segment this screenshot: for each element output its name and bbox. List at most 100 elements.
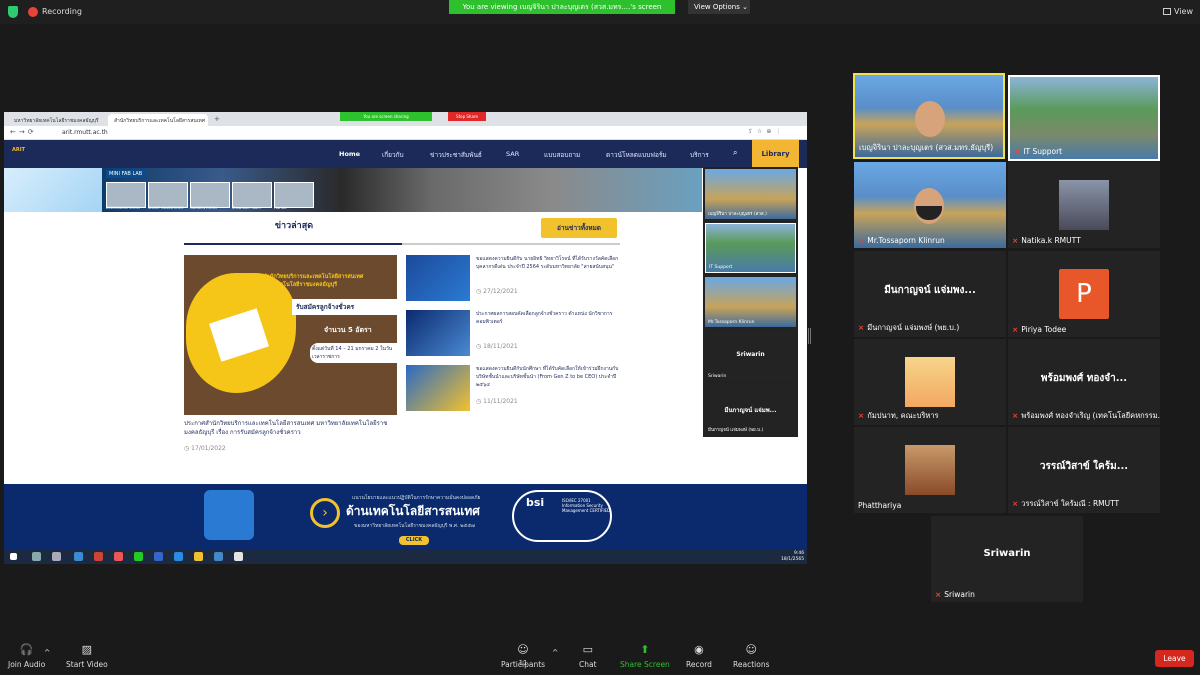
mini-participant-tile[interactable]: Sriwarin Sriwarin <box>705 331 796 381</box>
browser-nav-icons[interactable]: ←→⟳ <box>10 128 37 136</box>
panel-resize-handle[interactable] <box>808 328 811 344</box>
mic-muted-icon: ⨯ <box>1012 411 1019 420</box>
participant-tile[interactable]: P ⨯ Piriya Todee <box>1008 251 1160 337</box>
news-item-text: ขอแสดงความยินดีกับนักศึกษา ที่ได้รับคัดเ… <box>476 366 619 388</box>
nav-news[interactable]: ข่าวประชาสัมพันธ์ <box>430 150 482 160</box>
mini-participant-tile[interactable]: Mr.Tossaporn Klinrun <box>705 277 796 327</box>
mini-fab-lab-banner[interactable]: MINI FAB LAB DISCUSSION ROOM SMART CLASS… <box>102 168 702 212</box>
mini-participant-tile[interactable]: มีนกาญจน์ แจ่มพ... มีนกาญจน์ แจ่มพงษ์ (พย… <box>705 385 796 435</box>
record-button[interactable]: ◉ Record <box>686 644 712 670</box>
mic-muted-icon: ⨯ <box>858 236 865 245</box>
participant-tile[interactable]: วรรณ์วิสาข์ ใคร้ม... ⨯ วรรณ์วิสาข์ ใคร้มณ… <box>1008 427 1160 513</box>
banner-label: MINI FAB LAB <box>106 170 146 178</box>
banner-photo <box>274 182 314 208</box>
participant-tile[interactable]: Sriwarin ⨯ Sriwarin <box>931 516 1083 602</box>
nav-services[interactable]: บริการ <box>690 150 709 160</box>
feature-image-count: จำนวน 5 อัตรา <box>324 326 372 334</box>
news-thumbnail <box>406 310 470 356</box>
leave-button[interactable]: Leave <box>1155 650 1194 667</box>
feature-image-headline: รับสมัครลูกจ้างชั่วคร <box>292 299 397 315</box>
participant-tile[interactable]: มีนกาญจน์ แจ่มพง... ⨯ มีนกาญจน์ แจ่มพงษ์ … <box>854 251 1006 337</box>
participants-button[interactable]: ☺ 11 Participants <box>501 644 545 670</box>
headphones-icon: 🎧 <box>19 643 34 656</box>
site-logo[interactable]: ARIT <box>12 147 28 161</box>
join-audio-button[interactable]: 🎧 Join Audio <box>8 643 45 670</box>
share-screen-button[interactable]: ⬆ Share Screen <box>620 644 670 670</box>
search-icon[interactable]: ⌕ <box>733 148 737 158</box>
arrow-right-icon: › <box>310 498 340 528</box>
url-field[interactable]: arit.rmutt.ac.th <box>62 129 108 136</box>
participant-tile[interactable]: เบญจิรินา ปาละบุญเตร (สวส.มทร.ธัญบุรี) <box>853 73 1005 159</box>
news-item[interactable]: ประกาศผลการสอบคัดเลือกลูกจ้างชั่วคราว ตำ… <box>406 310 620 362</box>
task-view-icon[interactable] <box>52 552 61 561</box>
news-item[interactable]: ขอแสดงความยินดีกับ นายอิทธิ วิทยาวิโรจน์… <box>406 255 620 307</box>
feature-image-title: ประกาศสำนักวิทยบริการและเทคโนโลยีสารสนเท… <box>244 274 364 288</box>
app-icon[interactable] <box>214 552 223 561</box>
nav-download[interactable]: ดาวน์โหลดแบบฟอร์ม <box>606 150 667 160</box>
taskbar-clock: 9:46 18/1/2565 <box>781 551 805 562</box>
browser-extension-icons[interactable]: ⇪☆⊕⋮ <box>748 128 785 135</box>
windows-start-icon[interactable] <box>10 553 17 560</box>
participant-tile[interactable]: ⨯ Natika.k RMUTT <box>1008 162 1160 248</box>
audio-options-caret[interactable]: ^ <box>44 648 50 657</box>
participant-name: ⨯ Mr.Tossaporn Klinrun <box>858 236 945 245</box>
nav-about[interactable]: เกี่ยวกับ <box>382 150 404 160</box>
mic-muted-icon: ⨯ <box>1012 325 1019 334</box>
mini-participant-tile[interactable]: IT Support <box>705 223 796 273</box>
feature-news-image[interactable]: ประกาศสำนักวิทยบริการและเทคโนโลยีสารสนเท… <box>184 255 397 415</box>
nav-sar[interactable]: SAR <box>506 150 519 158</box>
participant-name: ⨯ Sriwarin <box>935 590 975 599</box>
app-icon[interactable] <box>94 552 103 561</box>
view-label: View <box>1174 7 1193 16</box>
zoom-icon[interactable] <box>174 552 183 561</box>
new-tab-icon[interactable]: + <box>214 115 220 123</box>
chat-button[interactable]: ▭ Chat <box>579 644 597 670</box>
app-icon[interactable] <box>114 552 123 561</box>
participant-name: Phatthariya <box>858 501 902 510</box>
chrome-icon[interactable] <box>234 552 243 561</box>
participant-name: ⨯ Piriya Todee <box>1012 325 1067 334</box>
reactions-button[interactable]: ☺ Reactions <box>733 644 769 670</box>
security-policy-banner[interactable]: › แนวนโยบายและแนวปฏิบัติในการรักษาความมั… <box>4 484 807 549</box>
security-shield-icon[interactable] <box>8 6 18 18</box>
banner-caption: SMART CLASSROOM <box>148 206 184 210</box>
stop-share-button[interactable]: Stop Share <box>448 112 486 121</box>
mini-participant-tile[interactable]: เบญจิรินา ปาละบุญเตร (สวส.) <box>705 169 796 219</box>
participant-display-name: วรรณ์วิสาข์ ใคร้ม... <box>1039 461 1129 472</box>
participant-tile[interactable]: ⨯ IT Support <box>1008 75 1160 161</box>
news-item-date: ◷ 11/11/2021 <box>476 398 518 405</box>
feature-image-dates: ตั้งแต่วันที่ 14 – 21 มกราคม 2 ในวันเวลา… <box>310 343 397 363</box>
feature-news-caption[interactable]: ประกาศสำนักวิทยบริการและเทคโนโลยีสารสนเท… <box>184 419 400 437</box>
nav-survey[interactable]: แบบสอบถาม <box>544 150 580 160</box>
participants-options-caret[interactable]: ^ <box>552 648 558 657</box>
participant-tile[interactable]: ⨯ กัมปนาท, คณะบริหาร <box>854 339 1006 425</box>
participant-name: ⨯ มีนกาญจน์ แจ่มพงษ์ (พย.บ.) <box>858 323 960 332</box>
banner-photo <box>106 182 146 208</box>
news-thumbnail <box>406 255 470 301</box>
app-icon[interactable] <box>154 552 163 561</box>
windows-taskbar: 9:46 18/1/2565 <box>4 549 807 564</box>
participant-name: เบญจิรินา ปาละบุญเตร (สวส.มทร.ธัญบุรี) <box>859 143 994 152</box>
banner-click-button[interactable]: CLICK <box>399 536 429 545</box>
news-item[interactable]: ขอแสดงความยินดีกับนักศึกษา ที่ได้รับคัดเ… <box>406 365 620 417</box>
library-button[interactable]: Library <box>752 140 799 168</box>
nav-home[interactable]: Home <box>339 150 360 158</box>
banner-photo <box>190 182 230 208</box>
participant-name: ⨯ Natika.k RMUTT <box>1012 236 1081 245</box>
line-icon[interactable] <box>134 552 143 561</box>
participant-tile[interactable]: Phatthariya <box>854 427 1006 513</box>
folder-icon[interactable] <box>194 552 203 561</box>
start-video-button[interactable]: ▨ Start Video <box>66 643 108 670</box>
participant-name: ⨯ IT Support <box>1014 147 1063 156</box>
browser-tab-active[interactable]: สำนักวิทยบริการและเทคโนโลยีสารสนเทศ <box>108 114 208 126</box>
grid-view-icon <box>1163 8 1171 15</box>
view-button[interactable]: View <box>1163 7 1193 16</box>
search-icon[interactable] <box>32 552 41 561</box>
participant-tile[interactable]: ⨯ Mr.Tossaporn Klinrun <box>854 162 1006 248</box>
read-all-news-button[interactable]: อ่านข่าวทั้งหมด <box>541 218 617 238</box>
browser-tab[interactable]: มหาวิทยาลัยเทคโนโลยีราชมงคลธัญบุรี <box>8 114 108 126</box>
video-off-icon: ▨ <box>81 643 93 656</box>
participant-tile[interactable]: พร้อมพงศ์ ทองจำ... ⨯ พร้อมพงศ์ ทองจำเริญ … <box>1008 339 1160 425</box>
view-options-button[interactable]: View Options ⌄ <box>688 0 750 14</box>
edge-icon[interactable] <box>74 552 83 561</box>
